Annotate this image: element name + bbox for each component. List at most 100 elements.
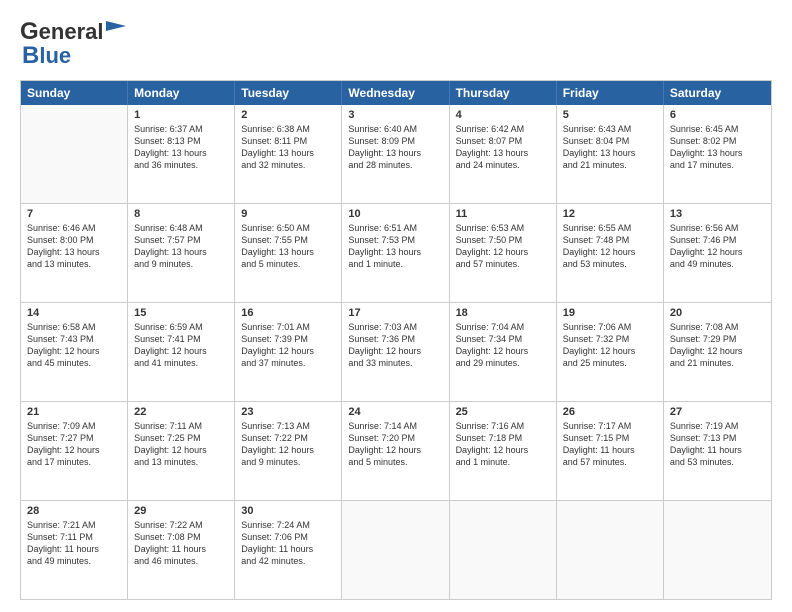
cell-daylight-info: Sunrise: 6:51 AMSunset: 7:53 PMDaylight:… xyxy=(348,222,442,271)
header: G eneral B lue xyxy=(20,18,772,70)
day-number: 20 xyxy=(670,307,765,319)
day-cell-2: 2Sunrise: 6:38 AMSunset: 8:11 PMDaylight… xyxy=(235,105,342,203)
day-cell-15: 15 Sunrise: 6:59 AMSunset: 7:41 PMDayligh… xyxy=(128,303,235,401)
cell-daylight-info: Sunrise: 6:37 AMSunset: 8:13 PMDaylight:… xyxy=(134,123,228,172)
day-cell-30: 30 Sunrise: 7:24 AMSunset: 7:06 PMDayligh… xyxy=(235,501,342,599)
day-number: 26 xyxy=(563,406,657,418)
day-of-week-wednesday: Wednesday xyxy=(342,81,449,105)
cell-daylight-info: Sunrise: 7:16 AMSunset: 7:18 PMDaylight:… xyxy=(456,420,550,469)
cell-daylight-info: Sunrise: 6:50 AMSunset: 7:55 PMDaylight:… xyxy=(241,222,335,271)
day-cell-5: 5Sunrise: 6:43 AMSunset: 8:04 PMDaylight… xyxy=(557,105,664,203)
empty-cell xyxy=(21,105,128,203)
logo-b-letter: B xyxy=(22,42,39,70)
logo-flag-icon xyxy=(106,21,126,35)
day-cell-11: 11Sunrise: 6:53 AMSunset: 7:50 PMDayligh… xyxy=(450,204,557,302)
logo-lue-text: lue xyxy=(39,43,71,69)
day-number: 23 xyxy=(241,406,335,418)
calendar-row-3: 21Sunrise: 7:09 AMSunset: 7:27 PMDayligh… xyxy=(21,401,771,500)
cell-daylight-info: Sunrise: 7:21 AMSunset: 7:11 PMDaylight:… xyxy=(27,519,121,568)
calendar-row-4: 28 Sunrise: 7:21 AMSunset: 7:11 PMDayligh… xyxy=(21,500,771,599)
calendar-row-2: 14Sunrise: 6:58 AMSunset: 7:43 PMDayligh… xyxy=(21,302,771,401)
day-cell-10: 10 Sunrise: 6:51 AMSunset: 7:53 PMDayligh… xyxy=(342,204,449,302)
cell-daylight-info: Sunrise: 6:43 AMSunset: 8:04 PMDaylight:… xyxy=(563,123,657,172)
day-number: 14 xyxy=(27,307,121,319)
day-cell-14: 14Sunrise: 6:58 AMSunset: 7:43 PMDayligh… xyxy=(21,303,128,401)
day-number: 28 xyxy=(27,505,121,517)
day-cell-28: 28 Sunrise: 7:21 AMSunset: 7:11 PMDayligh… xyxy=(21,501,128,599)
cell-daylight-info: Sunrise: 7:19 AMSunset: 7:13 PMDaylight:… xyxy=(670,420,765,469)
day-number: 9 xyxy=(241,208,335,220)
day-number: 8 xyxy=(134,208,228,220)
cell-daylight-info: Sunrise: 6:38 AMSunset: 8:11 PMDaylight:… xyxy=(241,123,335,172)
day-number: 18 xyxy=(456,307,550,319)
day-of-week-sunday: Sunday xyxy=(21,81,128,105)
calendar-row-0: 1 Sunrise: 6:37 AMSunset: 8:13 PMDaylight… xyxy=(21,105,771,203)
cell-daylight-info: Sunrise: 6:48 AMSunset: 7:57 PMDaylight:… xyxy=(134,222,228,271)
day-cell-16: 16 Sunrise: 7:01 AMSunset: 7:39 PMDayligh… xyxy=(235,303,342,401)
day-number: 13 xyxy=(670,208,765,220)
day-of-week-tuesday: Tuesday xyxy=(235,81,342,105)
page: G eneral B lue SundayMondayTuesdayWednes… xyxy=(0,0,792,612)
day-cell-3: 3Sunrise: 6:40 AMSunset: 8:09 PMDaylight… xyxy=(342,105,449,203)
calendar: SundayMondayTuesdayWednesdayThursdayFrid… xyxy=(20,80,772,600)
empty-cell xyxy=(557,501,664,599)
day-number: 10 xyxy=(348,208,442,220)
day-cell-22: 22 Sunrise: 7:11 AMSunset: 7:25 PMDayligh… xyxy=(128,402,235,500)
cell-daylight-info: Sunrise: 7:04 AMSunset: 7:34 PMDaylight:… xyxy=(456,321,550,370)
empty-cell xyxy=(664,501,771,599)
day-of-week-thursday: Thursday xyxy=(450,81,557,105)
empty-cell xyxy=(342,501,449,599)
day-cell-23: 23 Sunrise: 7:13 AMSunset: 7:22 PMDayligh… xyxy=(235,402,342,500)
day-number: 19 xyxy=(563,307,657,319)
day-cell-1: 1 Sunrise: 6:37 AMSunset: 8:13 PMDaylight… xyxy=(128,105,235,203)
cell-daylight-info: Sunrise: 7:17 AMSunset: 7:15 PMDaylight:… xyxy=(563,420,657,469)
day-cell-29: 29 Sunrise: 7:22 AMSunset: 7:08 PMDayligh… xyxy=(128,501,235,599)
cell-daylight-info: Sunrise: 7:24 AMSunset: 7:06 PMDaylight:… xyxy=(241,519,335,568)
cell-daylight-info: Sunrise: 7:08 AMSunset: 7:29 PMDaylight:… xyxy=(670,321,765,370)
day-number: 30 xyxy=(241,505,335,517)
day-number: 24 xyxy=(348,406,442,418)
day-of-week-friday: Friday xyxy=(557,81,664,105)
cell-daylight-info: Sunrise: 6:53 AMSunset: 7:50 PMDaylight:… xyxy=(456,222,550,271)
day-number: 16 xyxy=(241,307,335,319)
cell-daylight-info: Sunrise: 6:55 AMSunset: 7:48 PMDaylight:… xyxy=(563,222,657,271)
day-cell-12: 12 Sunrise: 6:55 AMSunset: 7:48 PMDayligh… xyxy=(557,204,664,302)
day-cell-7: 7 Sunrise: 6:46 AMSunset: 8:00 PMDaylight… xyxy=(21,204,128,302)
day-number: 12 xyxy=(563,208,657,220)
calendar-body: 1 Sunrise: 6:37 AMSunset: 8:13 PMDaylight… xyxy=(21,105,771,599)
day-cell-19: 19 Sunrise: 7:06 AMSunset: 7:32 PMDayligh… xyxy=(557,303,664,401)
day-cell-17: 17Sunrise: 7:03 AMSunset: 7:36 PMDayligh… xyxy=(342,303,449,401)
cell-daylight-info: Sunrise: 6:42 AMSunset: 8:07 PMDaylight:… xyxy=(456,123,550,172)
cell-daylight-info: Sunrise: 6:45 AMSunset: 8:02 PMDaylight:… xyxy=(670,123,765,172)
day-cell-26: 26 Sunrise: 7:17 AMSunset: 7:15 PMDayligh… xyxy=(557,402,664,500)
day-number: 7 xyxy=(27,208,121,220)
day-number: 21 xyxy=(27,406,121,418)
day-cell-6: 6 Sunrise: 6:45 AMSunset: 8:02 PMDaylight… xyxy=(664,105,771,203)
cell-daylight-info: Sunrise: 6:40 AMSunset: 8:09 PMDaylight:… xyxy=(348,123,442,172)
cell-daylight-info: Sunrise: 7:03 AMSunset: 7:36 PMDaylight:… xyxy=(348,321,442,370)
day-cell-9: 9 Sunrise: 6:50 AMSunset: 7:55 PMDaylight… xyxy=(235,204,342,302)
cell-daylight-info: Sunrise: 6:56 AMSunset: 7:46 PMDaylight:… xyxy=(670,222,765,271)
day-number: 25 xyxy=(456,406,550,418)
day-number: 6 xyxy=(670,109,765,121)
empty-cell xyxy=(450,501,557,599)
day-number: 22 xyxy=(134,406,228,418)
logo: G eneral B lue xyxy=(20,18,126,70)
day-cell-8: 8 Sunrise: 6:48 AMSunset: 7:57 PMDaylight… xyxy=(128,204,235,302)
day-cell-24: 24Sunrise: 7:14 AMSunset: 7:20 PMDayligh… xyxy=(342,402,449,500)
day-cell-18: 18 Sunrise: 7:04 AMSunset: 7:34 PMDayligh… xyxy=(450,303,557,401)
cell-daylight-info: Sunrise: 7:11 AMSunset: 7:25 PMDaylight:… xyxy=(134,420,228,469)
day-number: 1 xyxy=(134,109,228,121)
cell-daylight-info: Sunrise: 6:46 AMSunset: 8:00 PMDaylight:… xyxy=(27,222,121,271)
day-number: 27 xyxy=(670,406,765,418)
day-cell-4: 4 Sunrise: 6:42 AMSunset: 8:07 PMDaylight… xyxy=(450,105,557,203)
cell-daylight-info: Sunrise: 7:22 AMSunset: 7:08 PMDaylight:… xyxy=(134,519,228,568)
day-number: 29 xyxy=(134,505,228,517)
day-number: 4 xyxy=(456,109,550,121)
cell-daylight-info: Sunrise: 7:13 AMSunset: 7:22 PMDaylight:… xyxy=(241,420,335,469)
cell-daylight-info: Sunrise: 7:06 AMSunset: 7:32 PMDaylight:… xyxy=(563,321,657,370)
cell-daylight-info: Sunrise: 6:59 AMSunset: 7:41 PMDaylight:… xyxy=(134,321,228,370)
cell-daylight-info: Sunrise: 7:01 AMSunset: 7:39 PMDaylight:… xyxy=(241,321,335,370)
day-cell-27: 27 Sunrise: 7:19 AMSunset: 7:13 PMDayligh… xyxy=(664,402,771,500)
day-number: 15 xyxy=(134,307,228,319)
